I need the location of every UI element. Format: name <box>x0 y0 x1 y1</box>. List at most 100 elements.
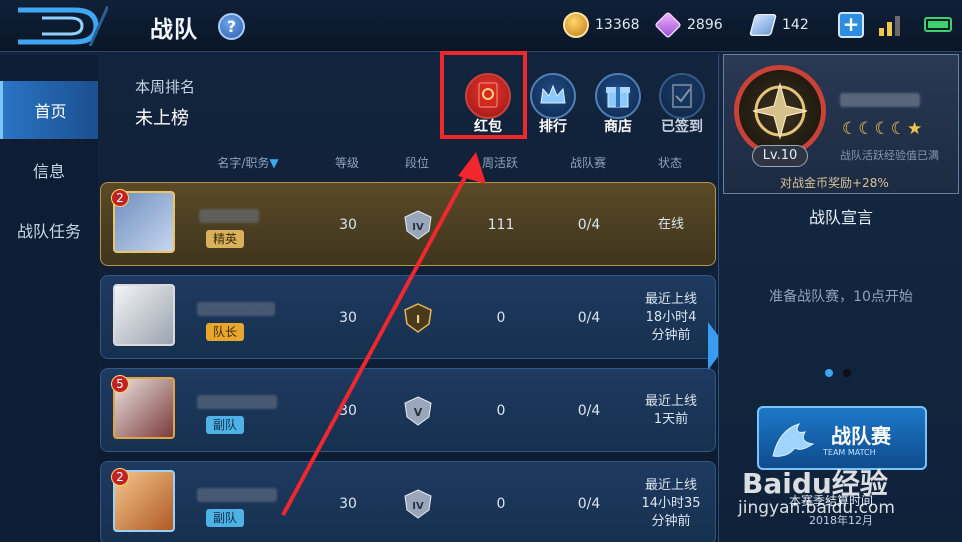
role-badge: 副队 <box>206 509 245 527</box>
col-team-match: 战队赛 <box>569 156 606 170</box>
tier-icon: IV <box>404 210 432 240</box>
status-cell: 最近上线 14小时35 分钟前 <box>636 462 706 542</box>
col-status: 状态 <box>657 156 682 170</box>
tier-icon: IV <box>404 489 432 519</box>
rank-badge: 5 <box>111 375 129 393</box>
checkin-icon <box>659 73 705 119</box>
status-line: 14小时35 <box>641 496 701 511</box>
shop-label: 商店 <box>604 119 632 135</box>
nav-info[interactable]: 信息 <box>0 141 98 199</box>
tier-icon: V <box>404 396 432 426</box>
nav-team-tasks[interactable]: 战队任务 <box>0 201 98 259</box>
wm-logo-paw: du <box>791 467 832 500</box>
rank-badge: 2 <box>111 189 129 207</box>
col-level: 等级 <box>334 156 359 170</box>
coupon-currency[interactable]: 142 <box>748 12 809 38</box>
baidu-watermark-url: jingyan.baidu.com <box>738 498 895 518</box>
table-row[interactable]: 2 精英 30 IV 111 0/4 在线 <box>100 182 716 266</box>
signal-icon <box>879 16 900 36</box>
diamond-icon <box>654 11 682 39</box>
ranking-button[interactable]: 排行 <box>525 73 581 136</box>
wm-logo-jingyan: 经验 <box>831 467 888 500</box>
checkin-label: 已签到 <box>661 119 703 135</box>
col-weekly-active: 周活跃 <box>481 156 518 170</box>
team-match-label: 战队赛 <box>831 424 891 448</box>
team-match-sublabel: TEAM MATCH <box>823 448 876 457</box>
declaration-text: 准备战队赛，10点开始 <box>769 289 913 305</box>
status-line: 最近上线 <box>644 478 697 493</box>
team-screen: 战队 ? 13368 2896 142 + 首页 信息 战队任务 本周排名 未上… <box>0 0 962 542</box>
back-button[interactable] <box>12 6 108 46</box>
weekly-active-value: 0 <box>496 403 506 419</box>
status-line: 在线 <box>657 217 684 232</box>
member-name-redacted <box>199 209 259 223</box>
checkin-button[interactable]: 已签到 <box>654 73 710 136</box>
status-line: 最近上线 <box>644 394 697 409</box>
team-name-redacted <box>840 93 920 107</box>
svg-text:IV: IV <box>412 222 424 233</box>
page-dots <box>825 369 855 379</box>
svg-text:V: V <box>414 406 423 419</box>
dragon-icon <box>772 423 815 457</box>
recharge-button[interactable]: + <box>838 12 864 38</box>
member-name-redacted <box>197 488 277 502</box>
member-panel: 本周排名 未上榜 红包 排行 商店 已签到 名字/职务▼ 等级 段位 周活跃 战… <box>100 51 718 542</box>
table-row[interactable]: 2 副队 30 IV 0 0/4 最近上线 14小时35 分钟前 <box>100 461 716 542</box>
gold-amount: 13368 <box>595 17 640 33</box>
role-badge: 副队 <box>206 416 245 434</box>
weekly-rank-value: 未上榜 <box>135 108 189 129</box>
battery-icon <box>924 17 952 32</box>
rank-badge: 2 <box>111 468 129 486</box>
weekly-active-value: 0 <box>496 310 506 326</box>
team-card: Lv.10 ☾☾☾☾★ 战队活跃经验值已满 对战金币奖励+28% <box>723 54 959 194</box>
level-value: 30 <box>339 217 357 233</box>
top-bar: 战队 ? 13368 2896 142 + <box>0 0 962 52</box>
team-match-value: 0/4 <box>577 403 601 419</box>
status-line: 分钟前 <box>651 514 691 529</box>
status-line: 分钟前 <box>651 328 691 343</box>
col-tier: 段位 <box>404 156 429 170</box>
svg-text:I: I <box>416 313 420 326</box>
sort-down-icon: ▼ <box>269 156 279 170</box>
member-name-redacted <box>197 395 277 409</box>
shop-button[interactable]: 商店 <box>590 73 646 136</box>
nav-home[interactable]: 首页 <box>0 81 98 139</box>
team-level-badge: Lv.10 <box>752 145 808 167</box>
gold-currency[interactable]: 13368 <box>563 12 640 38</box>
help-button[interactable]: ? <box>218 13 245 40</box>
status-line: 18小时4 <box>645 310 697 325</box>
weekly-rank-label: 本周排名 <box>135 78 196 96</box>
col-name-label: 名字/职务 <box>217 156 270 170</box>
table-row[interactable]: 队长 30 I 0 0/4 最近上线 18小时4 分钟前 <box>100 275 716 359</box>
highlight-frame <box>440 51 527 139</box>
team-match-value: 0/4 <box>577 496 601 512</box>
diamond-amount: 2896 <box>687 17 723 33</box>
status-cell: 最近上线 18小时4 分钟前 <box>636 276 706 360</box>
page-title: 战队 <box>150 17 198 43</box>
coupon-icon <box>748 13 778 37</box>
member-name-redacted <box>197 302 275 316</box>
svg-text:IV: IV <box>412 501 424 512</box>
avatar <box>113 284 175 346</box>
col-name[interactable]: 名字/职务▼ <box>208 154 288 171</box>
weekly-active-value: 111 <box>487 217 515 233</box>
status-line: 最近上线 <box>644 292 697 307</box>
role-badge: 队长 <box>206 323 245 341</box>
status-line: 1天前 <box>653 412 689 427</box>
coupon-amount: 142 <box>782 17 809 33</box>
level-value: 30 <box>339 403 357 419</box>
gift-icon <box>595 73 641 119</box>
declaration-title: 战队宣言 <box>808 208 873 227</box>
page-dot-active[interactable] <box>825 369 833 377</box>
diamond-currency[interactable]: 2896 <box>654 11 723 39</box>
team-match-button[interactable]: 战队赛 TEAM MATCH <box>757 406 927 470</box>
page-dot[interactable] <box>843 369 851 377</box>
baidu-watermark-logo: Baidu经验 <box>742 462 888 502</box>
status-cell: 在线 <box>636 183 706 267</box>
wm-logo-bai: Bai <box>742 467 792 500</box>
table-row[interactable]: 5 副队 30 V 0 0/4 最近上线 1天前 <box>100 368 716 452</box>
ranking-label: 排行 <box>539 119 567 135</box>
level-value: 30 <box>339 496 357 512</box>
crown-icon <box>530 73 576 119</box>
team-match-value: 0/4 <box>577 217 601 233</box>
